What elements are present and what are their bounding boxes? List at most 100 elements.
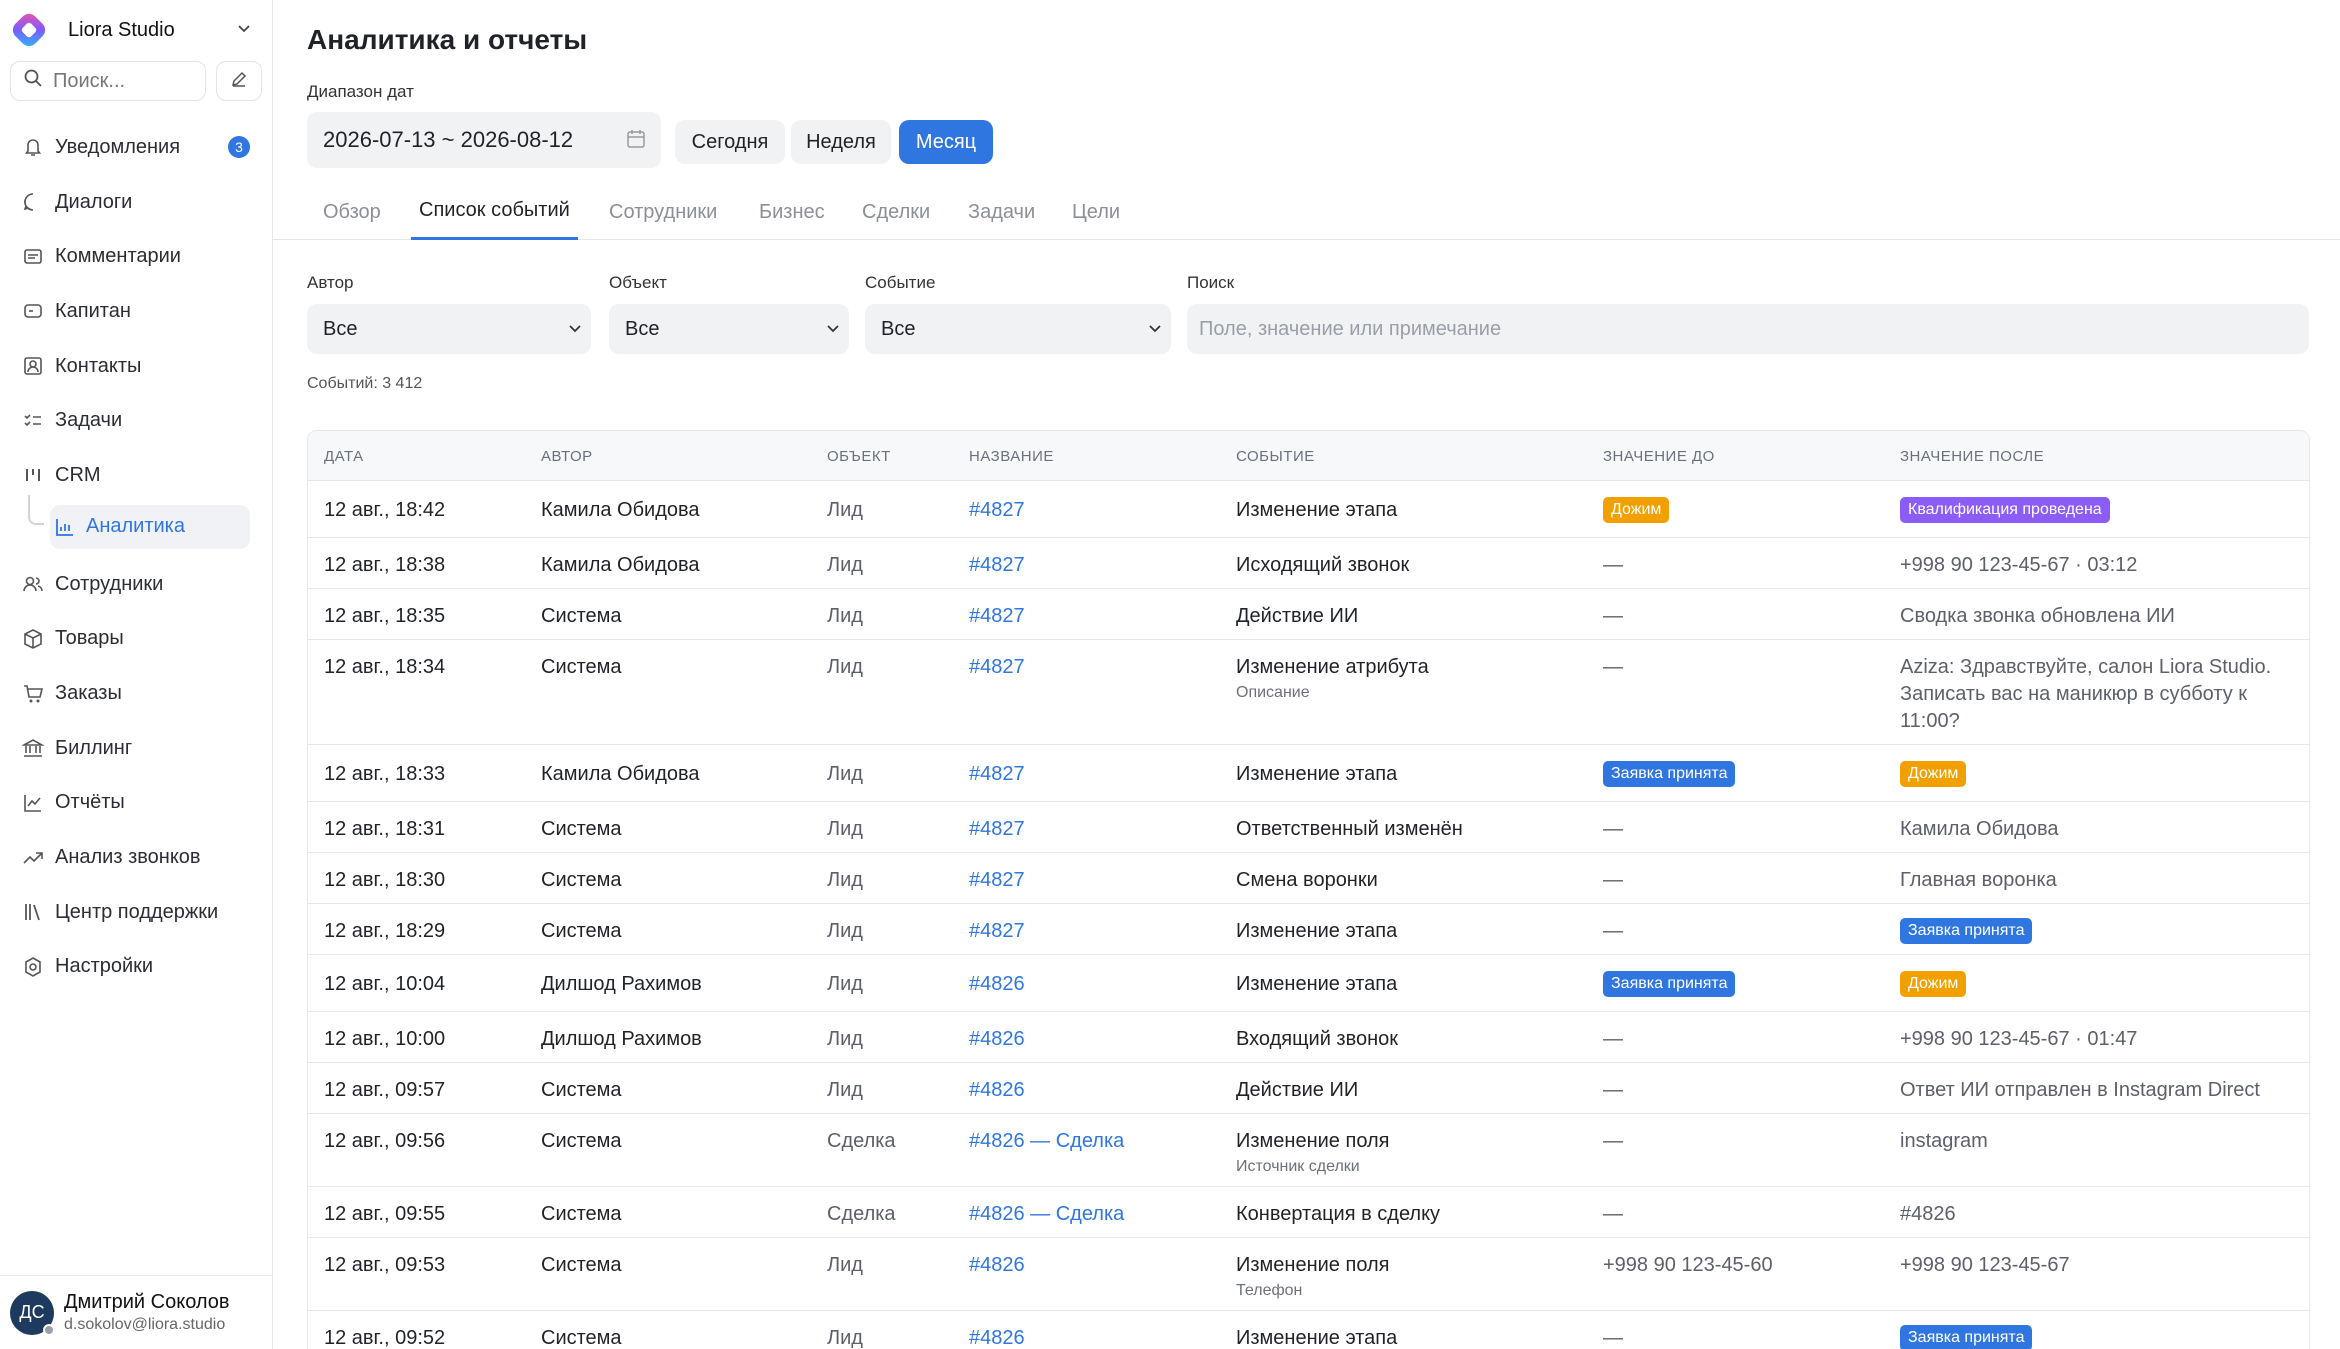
sidebar-item-tasks[interactable]: Задачи [0,393,272,448]
table-row[interactable]: 12 авг., 18:42 Камила Обидова Лид #4827 Изме… [308,481,2309,538]
table-row[interactable]: 12 авг., 10:00 Дилшод Рахимов Лид #4826 Вход… [308,1012,2309,1063]
table-row[interactable]: 12 авг., 09:53 Система Лид #4826 Изменение п… [308,1238,2309,1311]
table-row[interactable]: 12 авг., 18:30 Система Лид #4827 Смена ворон… [308,853,2309,904]
column-header[interactable]: СОБЫТИЕ [1236,448,1315,465]
cell-event: Изменение этапа [1236,1325,1397,1349]
cell-name-link[interactable]: #4827 [969,497,1025,524]
column-header[interactable]: ЗНАЧЕНИЕ ПОСЛЕ [1900,448,2044,465]
cell-name-link[interactable]: #4827 [969,552,1025,579]
object-filter-label: Объект [609,273,667,292]
sidebar-item-chat[interactable]: Диалоги [0,175,272,230]
table-row[interactable]: 12 авг., 18:38 Камила Обидова Лид #4827 Исхо… [308,538,2309,589]
cell-name-link[interactable]: #4826 [969,1026,1025,1053]
cell-name-link-text[interactable]: #4826 [969,1327,1025,1349]
table-row[interactable]: 12 авг., 09:52 Система Лид #4826 Изменение э… [308,1311,2309,1349]
table-row[interactable]: 12 авг., 18:35 Система Лид #4827 Действие ИИ… [308,589,2309,640]
org-switcher[interactable]: Liora Studio [0,0,272,60]
sidebar-item-comment[interactable]: Комментарии [0,229,272,284]
events-search-placeholder: Поле, значение или примечание [1199,317,1502,340]
cell-name-link-text[interactable]: #4827 [969,554,1025,576]
cell-name-link[interactable]: #4827 [969,816,1025,843]
sidebar-item-users[interactable]: Сотрудники [0,557,272,612]
quick-month-button[interactable]: Месяц [899,120,993,164]
cell-name-link-text[interactable]: #4826 — Сделка [969,1130,1124,1152]
sidebar-item-label: Настройки [55,955,154,978]
cell-name-link[interactable]: #4827 [969,603,1025,630]
tab-events-list[interactable]: Список событий [411,184,578,240]
column-header[interactable]: ОБЪЕКТ [827,448,891,465]
cell-name-link[interactable]: #4826 [969,1325,1025,1349]
cell-name-link[interactable]: #4826 [969,1252,1025,1279]
sidebar-item-settings[interactable]: Настройки [0,940,272,995]
column-header[interactable]: ДАТА [324,448,364,465]
cell-name-link[interactable]: #4827 [969,761,1025,788]
chevron-down-icon[interactable] [236,20,252,41]
sidebar-item-library[interactable]: Центр поддержки [0,885,272,940]
tab-employees[interactable]: Сотрудники [609,184,717,240]
sidebar-item-analytics[interactable]: Аналитика [28,494,250,549]
cell-name-link-text[interactable]: #4826 — Сделка [969,1203,1124,1225]
cell-name-link[interactable]: #4826 [969,1077,1025,1104]
user-profile[interactable]: ДС Дмитрий Соколов d.sokolov@liora.studi… [0,1275,272,1349]
table-row[interactable]: 12 авг., 10:04 Дилшод Рахимов Лид #4826 Изме… [308,955,2309,1012]
cell-author: Камила Обидова [541,761,700,788]
events-search-input[interactable]: Поле, значение или примечание [1187,304,2309,354]
tab-business[interactable]: Бизнес [759,184,825,240]
table-row[interactable]: 12 авг., 09:57 Система Лид #4826 Действие ИИ… [308,1063,2309,1114]
quick-today-button[interactable]: Сегодня [675,120,785,164]
cell-name-link-text[interactable]: #4827 [969,763,1025,785]
cell-name-link-text[interactable]: #4826 [969,1254,1025,1276]
tab-deals[interactable]: Сделки [862,184,930,240]
cell-name-link-text[interactable]: #4826 [969,973,1025,995]
status-badge: Квалификация проведена [1900,497,2110,523]
cell-event: Изменение атрибута Описание [1236,654,1429,703]
sidebar-item-contacts[interactable]: Контакты [0,339,272,394]
event-filter-select[interactable]: Все [865,304,1171,354]
sidebar-item-reports[interactable]: Отчёты [0,776,272,831]
cell-author-text: Система [541,818,622,840]
table-row[interactable]: 12 авг., 18:34 Система Лид #4827 Изменение а… [308,640,2309,745]
cell-name-link-text[interactable]: #4826 [969,1079,1025,1101]
tab-overview[interactable]: Обзор [323,184,381,240]
sidebar-item-bank[interactable]: Биллинг [0,721,272,776]
cell-object: Лид [827,603,863,630]
column-header[interactable]: АВТОР [541,448,593,465]
quick-week-button[interactable]: Неделя [791,120,891,164]
table-row[interactable]: 12 авг., 18:29 Система Лид #4827 Изменение э… [308,904,2309,955]
cell-name-link-text[interactable]: #4826 [969,1028,1025,1050]
object-filter-select[interactable]: Все [609,304,849,354]
cell-name-link[interactable]: #4826 [969,971,1025,998]
cell-date: 12 авг., 18:38 [324,552,445,579]
sidebar-item-box[interactable]: Товары [0,612,272,667]
column-header[interactable]: ЗНАЧЕНИЕ ДО [1603,448,1715,465]
pencil-icon [230,70,248,93]
cell-value-before: — [1603,1201,1623,1228]
date-range-input[interactable]: 2026-07-13 ~ 2026-08-12 [307,112,661,168]
cell-name-link-text[interactable]: #4827 [969,869,1025,891]
tab-goals[interactable]: Цели [1072,184,1120,240]
sidebar-item-trend[interactable]: Анализ звонков [0,830,272,885]
cell-name-link-text[interactable]: #4827 [969,499,1025,521]
cell-name-link[interactable]: #4827 [969,654,1025,681]
table-row[interactable]: 12 авг., 18:31 Система Лид #4827 Ответственн… [308,802,2309,853]
column-header[interactable]: НАЗВАНИЕ [969,448,1054,465]
table-row[interactable]: 12 авг., 09:56 Система Сделка #4826 — Сделк… [308,1114,2309,1187]
cell-name-link-text[interactable]: #4827 [969,920,1025,942]
cell-name-link[interactable]: #4826 — Сделка [969,1201,1124,1228]
cell-name-link-text[interactable]: #4827 [969,656,1025,678]
table-row[interactable]: 12 авг., 18:33 Камила Обидова Лид #4827 Изме… [308,745,2309,802]
table-row[interactable]: 12 авг., 09:55 Система Сделка #4826 — Сделк… [308,1187,2309,1238]
tab-tasks[interactable]: Задачи [968,184,1035,240]
cell-name-link[interactable]: #4827 [969,867,1025,894]
sidebar-search-input[interactable]: Поиск... [10,61,206,101]
sidebar-item-cart[interactable]: Заказы [0,666,272,721]
sidebar-item-captain[interactable]: Капитан [0,284,272,339]
cell-author: Система [541,654,622,681]
sidebar-item-bell[interactable]: Уведомления 3 [0,120,272,175]
cell-name-link[interactable]: #4826 — Сделка [969,1128,1124,1155]
cell-name-link-text[interactable]: #4827 [969,818,1025,840]
cell-name-link[interactable]: #4827 [969,918,1025,945]
author-filter-select[interactable]: Все [307,304,591,354]
compose-button[interactable] [216,61,262,101]
cell-name-link-text[interactable]: #4827 [969,605,1025,627]
